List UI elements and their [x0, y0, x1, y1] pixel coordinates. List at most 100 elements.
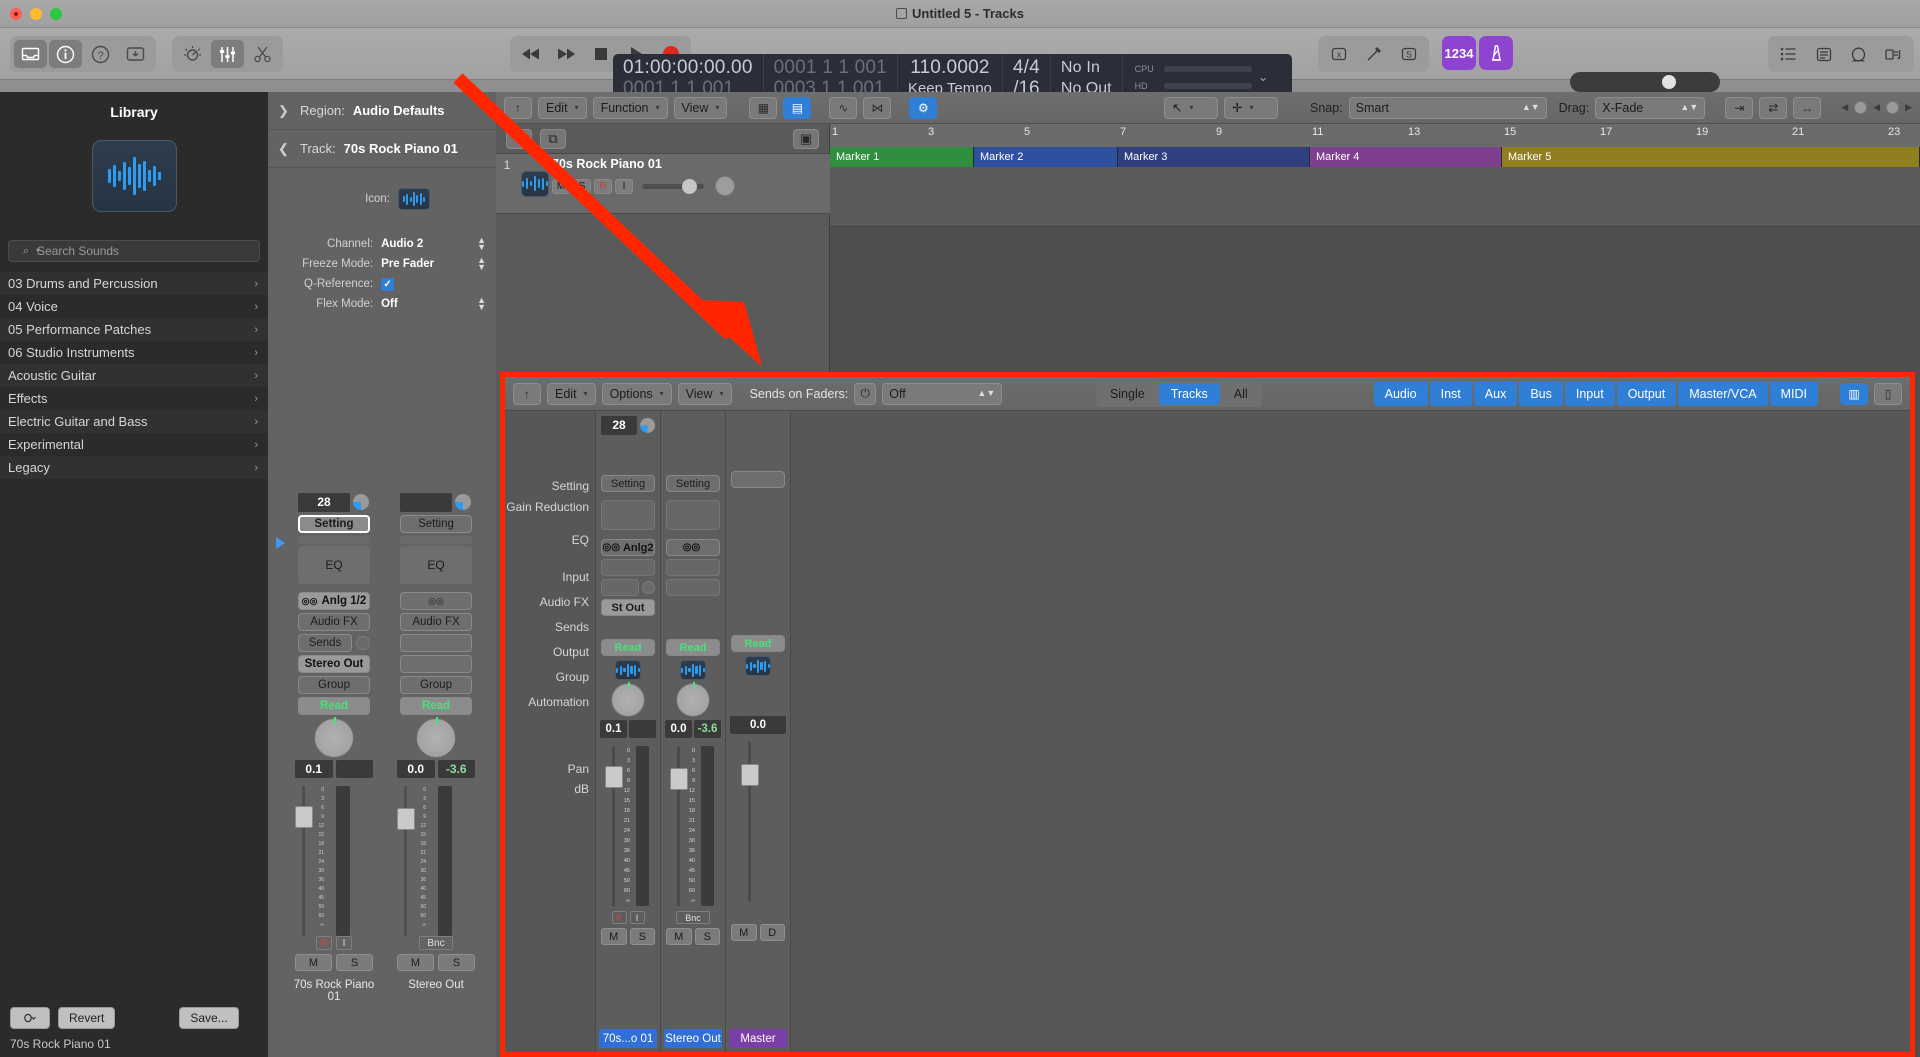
db-peak[interactable]: -3.6: [694, 720, 721, 738]
cycle-icon[interactable]: ⇄: [1759, 97, 1787, 119]
send-knob[interactable]: [642, 581, 655, 594]
strip-name[interactable]: 70s...o 01: [599, 1029, 657, 1048]
gain-field[interactable]: [400, 492, 472, 512]
tools-icon[interactable]: ⚙: [909, 97, 937, 119]
setting-button[interactable]: Setting: [601, 475, 655, 492]
audio-fx-button[interactable]: Audio FX: [298, 613, 370, 631]
menu-edit[interactable]: Edit▾: [538, 97, 587, 119]
input-button[interactable]: ◎◎ Anlg 1/2: [298, 592, 370, 610]
output-slot[interactable]: [666, 599, 720, 616]
mixer-icon[interactable]: [211, 40, 244, 68]
notes-icon[interactable]: [1807, 40, 1840, 68]
sends-slot[interactable]: [601, 579, 639, 596]
param-channel-row[interactable]: Channel: Audio 2 ▲▼: [268, 234, 496, 254]
save-button[interactable]: Save...: [179, 1007, 238, 1029]
solo-button[interactable]: S: [336, 954, 373, 971]
inspector-region-header[interactable]: ❯ Region: Audio Defaults: [268, 92, 496, 130]
tuner-icon[interactable]: x: [1322, 40, 1355, 68]
back-arrow-icon[interactable]: ↑: [513, 383, 541, 405]
mute-button[interactable]: M: [601, 928, 627, 945]
library-item[interactable]: Effects›: [0, 387, 268, 410]
stepper-icon[interactable]: ▲▼: [477, 297, 486, 311]
solo-button[interactable]: S: [695, 928, 721, 945]
library-item[interactable]: Electric Guitar and Bass›: [0, 410, 268, 433]
smart-controls-icon[interactable]: [176, 40, 209, 68]
sends-popup[interactable]: Off▲▼: [882, 383, 1002, 405]
output-button[interactable]: [400, 655, 472, 673]
stepper-icon[interactable]: ▲▼: [477, 237, 486, 251]
mixer-empty-area[interactable]: [790, 411, 1910, 1052]
filter-midi[interactable]: MIDI: [1770, 382, 1818, 406]
revert-button[interactable]: Revert: [58, 1007, 115, 1029]
filter-bus[interactable]: Bus: [1519, 382, 1563, 406]
send-knob[interactable]: [356, 636, 370, 650]
marquee-tool[interactable]: ✛▾: [1224, 97, 1278, 119]
library-item[interactable]: 03 Drums and Percussion›: [0, 272, 268, 295]
zoom-vertical-knob[interactable]: [1854, 101, 1867, 114]
library-icon[interactable]: [14, 40, 47, 68]
record-enable-button[interactable]: R: [612, 911, 627, 924]
rewind-icon[interactable]: [514, 40, 547, 68]
marker[interactable]: Marker 4: [1310, 147, 1502, 167]
menu-view[interactable]: View▾: [674, 97, 728, 119]
input-button[interactable]: ◎◎Anlg2: [601, 539, 655, 556]
group-button[interactable]: Group: [400, 676, 472, 694]
menu-function[interactable]: Function▾: [593, 97, 668, 119]
gain-knob[interactable]: [455, 494, 471, 510]
dim-button[interactable]: D: [760, 924, 786, 941]
input-button[interactable]: ◎◎: [400, 592, 472, 610]
marker[interactable]: Marker 1: [830, 147, 974, 167]
gain-field[interactable]: 28: [601, 415, 655, 435]
library-item[interactable]: Acoustic Guitar›: [0, 364, 268, 387]
param-flex-row[interactable]: Flex Mode: Off ▲▼: [268, 294, 496, 314]
info-icon[interactable]: [49, 40, 82, 68]
library-item[interactable]: 05 Performance Patches›: [0, 318, 268, 341]
automation-button[interactable]: Read: [666, 639, 720, 656]
db-value[interactable]: 0.0: [397, 760, 435, 778]
marker[interactable]: Marker 2: [974, 147, 1118, 167]
strip-name[interactable]: Master: [729, 1029, 787, 1048]
output-icon[interactable]: [680, 660, 706, 680]
mixer-menu-edit[interactable]: Edit▾: [547, 383, 596, 405]
editors-icon[interactable]: [246, 40, 279, 68]
strip-name[interactable]: Stereo Out: [664, 1029, 722, 1048]
filter-audio[interactable]: Audio: [1374, 382, 1428, 406]
input-button[interactable]: ◎◎: [666, 539, 720, 556]
record-enable-button[interactable]: R: [316, 936, 332, 950]
audio-fx-slot[interactable]: [666, 559, 720, 576]
solo-button[interactable]: S: [438, 954, 475, 971]
track-icon[interactable]: [615, 660, 641, 680]
zoom-controls[interactable]: ◀ ◀ ▶: [1841, 101, 1912, 114]
qreference-checkbox[interactable]: ✓: [381, 278, 469, 291]
db-peak[interactable]: [629, 720, 656, 738]
view-mode-all[interactable]: All: [1222, 383, 1260, 405]
mixer-menu-options[interactable]: Options▾: [602, 383, 672, 405]
inspector-track-header[interactable]: ❮ Track: 70s Rock Piano 01: [268, 130, 496, 168]
track-icon-button[interactable]: [398, 188, 486, 210]
mixer-menu-view[interactable]: View▾: [678, 383, 732, 405]
input-monitor-button[interactable]: I: [336, 936, 352, 950]
input-monitor-button[interactable]: I: [630, 911, 645, 924]
stepper-icon[interactable]: ▲▼: [477, 257, 486, 271]
mute-button[interactable]: M: [731, 924, 757, 941]
split-view-icon[interactable]: ▯: [1874, 383, 1902, 405]
track-pan-knob[interactable]: [715, 176, 735, 196]
track-lane[interactable]: [830, 167, 1920, 227]
eq-display[interactable]: [666, 500, 720, 530]
add-track-button[interactable]: +: [506, 129, 532, 149]
zoom-horizontal-knob[interactable]: [1886, 101, 1899, 114]
filter-master-vca[interactable]: Master/VCA: [1678, 382, 1767, 406]
metronome-icon[interactable]: [1479, 36, 1513, 70]
automation-button[interactable]: Read: [731, 635, 785, 652]
chevron-down-icon[interactable]: ▾: [36, 246, 40, 255]
gain-knob[interactable]: [353, 494, 369, 510]
library-item[interactable]: 04 Voice›: [0, 295, 268, 318]
param-freeze-row[interactable]: Freeze Mode: Pre Fader ▲▼: [268, 254, 496, 274]
filter-output[interactable]: Output: [1617, 382, 1677, 406]
track-volume-slider[interactable]: [642, 184, 704, 189]
chevron-right-icon[interactable]: ❯: [278, 103, 292, 119]
pan-knob[interactable]: [676, 683, 710, 717]
snap-popup[interactable]: Smart▲▼: [1349, 97, 1547, 119]
mute-button[interactable]: M: [552, 179, 570, 194]
list-view-icon[interactable]: ▤: [783, 97, 811, 119]
